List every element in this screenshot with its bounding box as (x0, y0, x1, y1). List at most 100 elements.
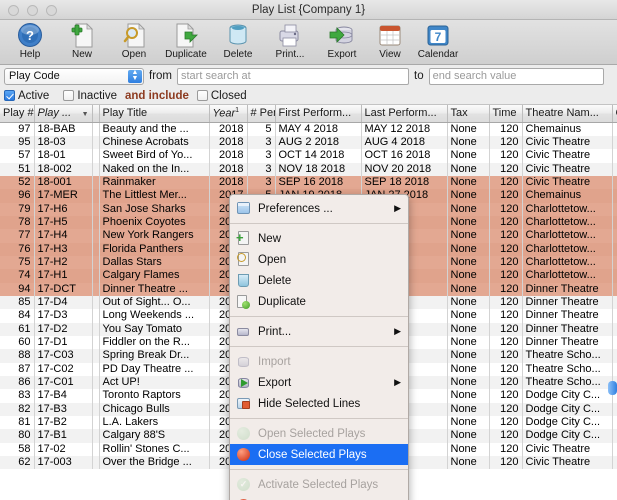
column-header-theatre[interactable]: Theatre Nam... (522, 105, 613, 123)
toolbar-print-button[interactable]: Print... (264, 22, 316, 60)
cell-title: PD Day Theatre ... (99, 362, 210, 377)
menu-item-hide-selected-lines[interactable]: Hide Selected Lines (230, 393, 408, 414)
column-header-time[interactable]: Time (489, 105, 523, 123)
table-row[interactable]: 57 18-01 Sweet Bird of Yo... 2018 3 OCT 14 20… (0, 149, 617, 163)
toolbar-open-button[interactable]: Open (108, 22, 160, 60)
cell-last: NOV 20 2018 (361, 162, 448, 176)
zoom-button[interactable] (46, 5, 57, 16)
svg-text:7: 7 (435, 30, 442, 44)
cell-play_code: 17-H4 (34, 229, 93, 243)
menu-item-close-selected-plays[interactable]: Close Selected Plays (230, 444, 408, 465)
cell-spacer (92, 442, 100, 457)
menu-item-deactivate-selected-plays[interactable]: Deactivate Selected Plays (230, 495, 408, 500)
cell-theatre: Charlottetow... (522, 202, 613, 216)
closed-checkbox[interactable] (196, 90, 208, 101)
column-header-title[interactable]: Play Title (99, 105, 210, 123)
menu-item-print[interactable]: Print... ▶ (230, 321, 408, 342)
printer-icon (236, 324, 252, 340)
cell-theatre: Chemainus (522, 189, 613, 203)
toolbar-help-button[interactable]: ? Help (4, 22, 56, 60)
column-header-last[interactable]: Last Perform... (361, 105, 448, 123)
cell-theatre: Civic Theatre (522, 135, 613, 150)
cell-time: 120 (489, 215, 523, 230)
column-header-capacity[interactable]: Capacity (612, 105, 617, 123)
menu-item-preferences[interactable]: Preferences ... ▶ (230, 198, 408, 219)
and-include-label: and include (124, 89, 189, 102)
cell-time: 120 (489, 416, 523, 430)
cell-year: 2018 (209, 162, 248, 176)
cell-play_num: 85 (0, 295, 35, 310)
filter-inactive[interactable]: Inactive (63, 90, 117, 102)
menu-item-open[interactable]: Open (230, 249, 408, 270)
cell-play_num: 83 (0, 389, 35, 403)
new-document-icon (68, 22, 96, 49)
cell-theatre: Theatre Scho... (522, 376, 613, 390)
menu-item-duplicate[interactable]: Duplicate (230, 291, 408, 312)
active-checkbox[interactable] (4, 90, 15, 101)
close-button[interactable] (8, 5, 19, 16)
table-row[interactable]: 51 18-002 Naked on the In... 2018 3 NOV 18 20… (0, 162, 617, 176)
cell-title: Act UP! (99, 376, 210, 390)
cell-theatre: Dinner Theatre (522, 309, 613, 323)
cell-play_num: 95 (0, 135, 35, 150)
cell-time: 120 (489, 402, 523, 417)
cell-play_num: 58 (0, 442, 35, 457)
cell-play_code: 17-H1 (34, 269, 93, 283)
column-header-perf[interactable]: # Perf (247, 105, 276, 123)
cell-tax: None (447, 282, 490, 296)
cell-play_num: 81 (0, 416, 35, 430)
minimize-button[interactable] (27, 5, 38, 16)
cell-play_num: 75 (0, 255, 35, 270)
filter-closed[interactable]: Closed (196, 90, 247, 102)
cell-capacity: 2428 (612, 416, 617, 430)
toolbar-export-button[interactable]: Export (316, 22, 368, 60)
cell-time: 120 (489, 309, 523, 323)
cell-tax: None (447, 295, 490, 310)
column-header-year[interactable]: Year1 (209, 105, 248, 123)
toolbar-duplicate-button[interactable]: Duplicate (160, 22, 212, 60)
column-header-tax[interactable]: Tax (447, 105, 490, 123)
column-header-play_num[interactable]: Play # (0, 105, 35, 123)
cell-theatre: Dodge City C... (522, 416, 613, 430)
menu-item-delete[interactable]: Delete (230, 270, 408, 291)
search-from-input[interactable]: start search at (177, 67, 409, 85)
table-row[interactable]: 52 18-001 Rainmaker 2018 3 SEP 16 2018 SEP 18 … (0, 175, 617, 190)
inactive-checkbox[interactable] (63, 90, 75, 101)
toolbar-calendar-button[interactable]: 7 Calendar (412, 22, 464, 60)
cell-spacer (92, 456, 100, 470)
toolbar-delete-button[interactable]: Delete (212, 22, 264, 60)
toolbar-new-button[interactable]: New (56, 22, 108, 60)
context-menu[interactable]: Preferences ... ▶ + New Open Delete Duplicate P… (229, 194, 409, 500)
cell-play_code: 18-002 (34, 162, 93, 176)
column-header-first[interactable]: First Perform... (275, 105, 362, 123)
cell-title: New York Rangers (99, 229, 210, 243)
table-row[interactable]: 95 18-03 Chinese Acrobats 2018 3 AUG 2 2018 AU… (0, 135, 617, 150)
cell-capacity: 3501 (612, 255, 617, 270)
column-header-label: Time (492, 107, 517, 120)
table-row[interactable]: 97 18-BAB Beauty and the ... 2018 5 MAY 4 201… (0, 122, 617, 136)
cell-spacer (92, 242, 100, 256)
cell-capacity: 2428 (612, 429, 617, 443)
cell-theatre: Charlottetow... (522, 269, 613, 283)
cell-capacity: 645 (612, 135, 617, 150)
search-to-input[interactable]: end search value (428, 67, 604, 85)
column-header-spacer[interactable] (92, 105, 100, 123)
cell-play_num: 82 (0, 402, 35, 417)
search-field-selector[interactable]: Play Code ▲ ▼ (4, 67, 144, 85)
active-label: Active (18, 89, 50, 102)
menu-item-new[interactable]: + New (230, 228, 408, 249)
filter-active[interactable]: Active (4, 90, 49, 102)
cell-play_code: 17-H3 (34, 242, 93, 256)
cell-theatre: Charlottetow... (522, 229, 613, 243)
menu-item-import: Import (230, 351, 408, 372)
cell-last: AUG 4 2018 (361, 135, 448, 150)
column-header-play_code[interactable]: Play ... ▼ (34, 105, 93, 123)
vertical-scrollbar-thumb[interactable] (608, 381, 617, 395)
cell-title: Dinner Theatre ... (99, 282, 210, 296)
toolbar-view-button[interactable]: View (368, 22, 412, 60)
sort-descending-icon[interactable]: ▼ (82, 111, 89, 118)
cell-capacity: 15 (612, 349, 617, 363)
cell-title: Phoenix Coyotes (99, 215, 210, 230)
menu-item-export[interactable]: Export ▶ (230, 372, 408, 393)
cell-title: Florida Panthers (99, 242, 210, 256)
